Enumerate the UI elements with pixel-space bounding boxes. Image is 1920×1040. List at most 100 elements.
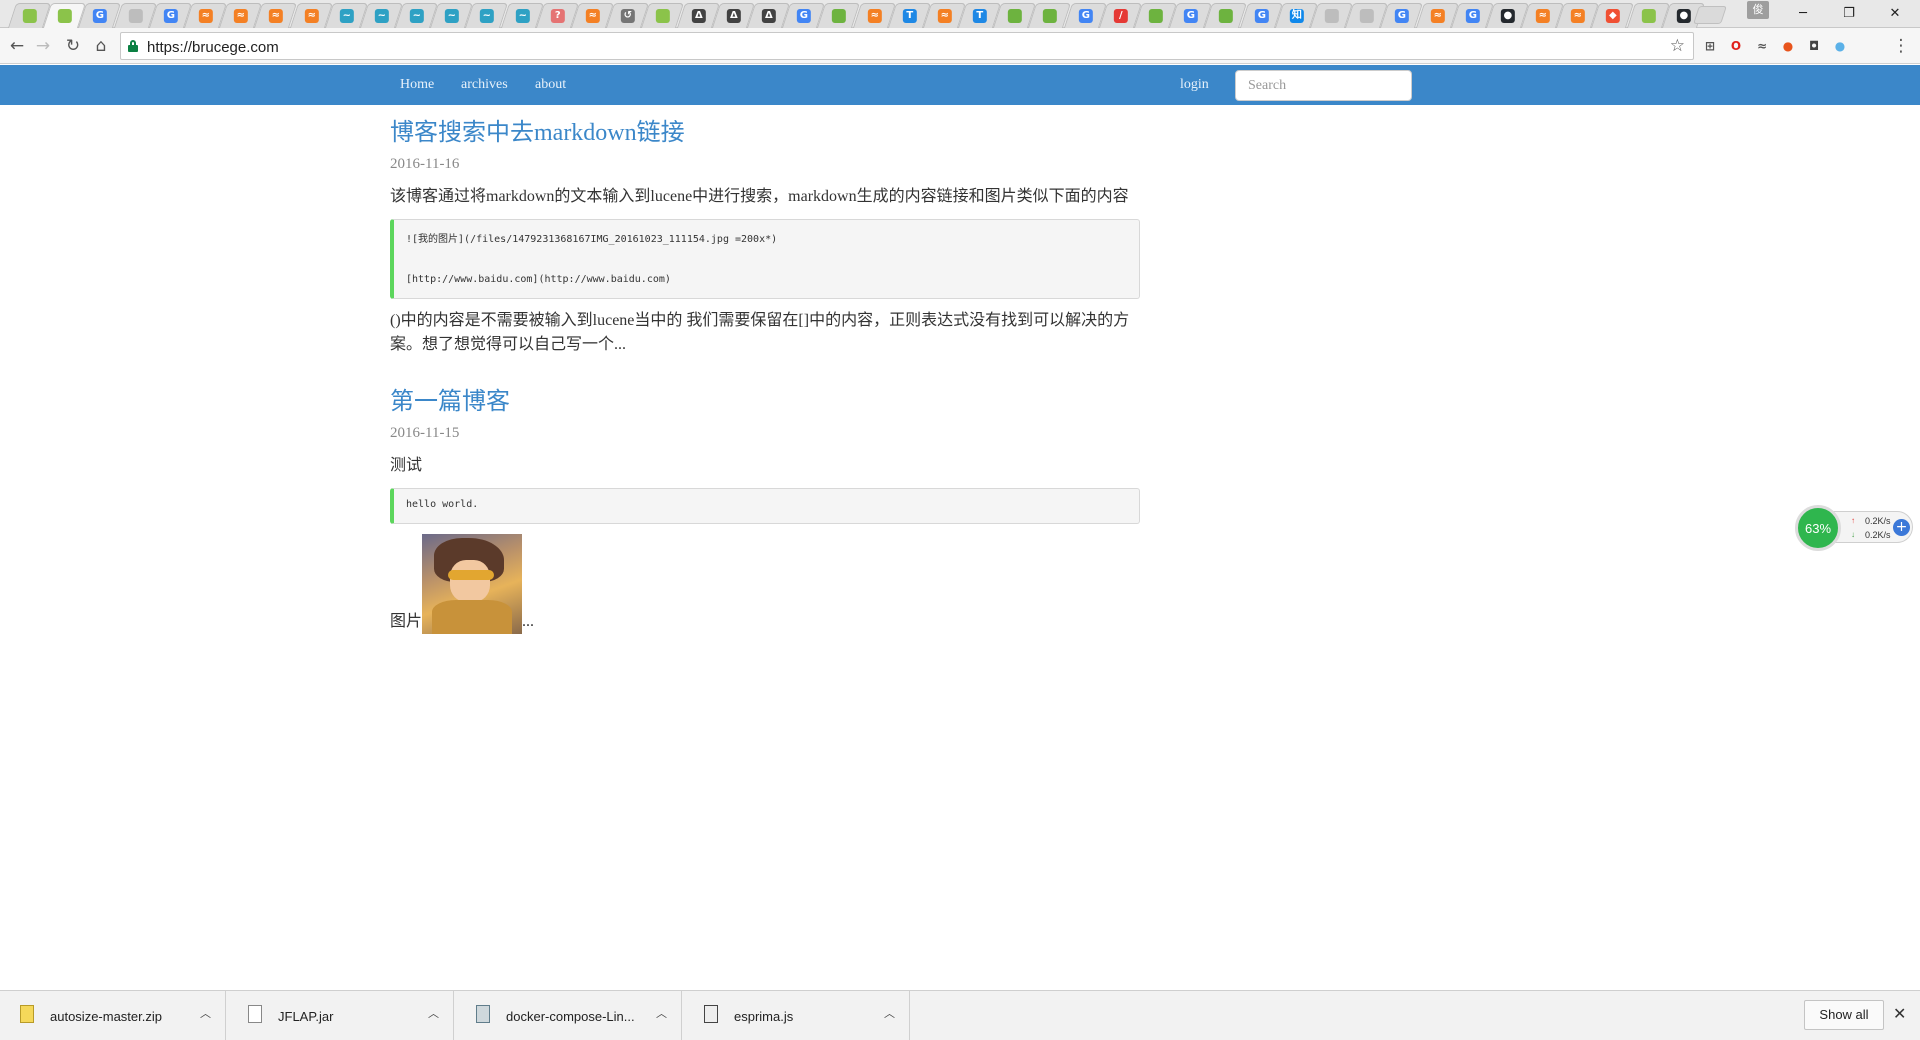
tab-favicon-icon: ≈	[198, 9, 213, 23]
post-date: 2016-11-16	[390, 156, 460, 172]
chevron-up-icon[interactable]: ︿	[200, 1005, 211, 1021]
tab-favicon-icon: Δ	[726, 9, 741, 23]
ellipsis-text: ...	[522, 613, 535, 630]
bookmark-star-icon[interactable]: ☆	[1670, 36, 1685, 56]
login-link[interactable]: login	[1180, 77, 1209, 93]
download-shelf: autosize-master.zip ︿ JFLAP.jar ︿ docker…	[0, 990, 1920, 1040]
tab-favicon-icon: ~	[374, 9, 389, 23]
nav-archives-link[interactable]: archives	[461, 77, 508, 93]
download-filename: docker-compose-Lin...	[506, 1009, 635, 1024]
lock-icon	[128, 40, 138, 52]
back-icon[interactable]: ←	[6, 35, 28, 57]
reload-icon[interactable]: ↻	[62, 35, 84, 57]
tab-favicon-icon: ≈	[1429, 9, 1444, 23]
download-item[interactable]: JFLAP.jar ︿	[228, 991, 454, 1040]
zip-icon	[20, 1005, 34, 1023]
minimize-icon[interactable]: ─	[1780, 0, 1826, 26]
code-block: hello world.	[390, 488, 1140, 524]
tab-favicon-icon: ≈	[585, 9, 600, 23]
network-speed-widget[interactable]: 63% ↑ 0.2K/s ↓ 0.2K/s +	[1795, 505, 1913, 551]
post-date: 2016-11-15	[390, 425, 460, 441]
tab-favicon-icon: ●	[1676, 9, 1691, 23]
tab-favicon-icon: ≈	[937, 9, 952, 23]
chevron-up-icon[interactable]: ︿	[884, 1005, 895, 1021]
tab-favicon-icon	[1007, 9, 1022, 23]
image-caption: 图片	[390, 613, 423, 630]
tab-favicon-icon: 知	[1289, 9, 1304, 23]
download-filename: esprima.js	[734, 1009, 794, 1024]
code-block: ![我的图片](/files/1479231368167IMG_20161023…	[390, 219, 1140, 299]
restore-icon[interactable]: ❐	[1826, 0, 1872, 26]
address-bar[interactable]: https://brucege.com ☆	[120, 32, 1694, 60]
code-line: ![我的图片](/files/1479231368167IMG_20161023…	[406, 234, 778, 245]
nav-about-link[interactable]: about	[535, 77, 566, 93]
memory-percent[interactable]: 63%	[1795, 505, 1841, 551]
close-icon[interactable]: ✕	[1872, 0, 1918, 26]
download-arrow-icon: ↓	[1851, 530, 1855, 539]
post-title-link[interactable]: 第一篇博客	[390, 387, 1140, 417]
tab-favicon-icon: G	[796, 9, 811, 23]
tab-favicon-icon: ≈	[1535, 9, 1550, 23]
tab-favicon-icon: ≈	[1570, 9, 1585, 23]
tab-strip: G G ≈ ≈ ≈ ≈ ~ ~ ~ ~ ~ ~? ≈ ↺ Δ Δ Δ G ≈ T ≈ T G / G G 知 G ≈ G ● ≈ ≈ ◆ ● 俊 ─…	[0, 0, 1920, 28]
post-image-line: 图片...	[390, 534, 1140, 634]
download-rate: 0.2K/s	[1865, 530, 1891, 540]
post-excerpt: 测试	[390, 457, 423, 474]
tab-favicon-icon	[1218, 9, 1233, 23]
search-input[interactable]	[1235, 70, 1412, 101]
tabs: G G ≈ ≈ ≈ ≈ ~ ~ ~ ~ ~ ~? ≈ ↺ Δ Δ Δ G ≈ T ≈ T G / G G 知 G ≈ G ● ≈ ≈ ◆ ●	[7, 3, 1706, 28]
plus-icon[interactable]: +	[1893, 519, 1910, 536]
url-text[interactable]: https://brucege.com	[147, 39, 279, 56]
nav-home-link[interactable]: Home	[400, 77, 434, 93]
menu-icon[interactable]: ⋮	[1890, 35, 1912, 57]
site-navbar: Home archives about login	[0, 65, 1920, 105]
tab-favicon-icon	[22, 9, 37, 23]
show-all-button[interactable]: Show all	[1804, 1000, 1884, 1030]
download-filename: autosize-master.zip	[50, 1009, 162, 1024]
tab-favicon-icon	[1148, 9, 1163, 23]
download-item[interactable]: docker-compose-Lin... ︿	[456, 991, 682, 1040]
tab-favicon-icon: Δ	[690, 9, 705, 23]
tab-favicon-icon: T	[972, 9, 987, 23]
tab-favicon-icon: G	[1078, 9, 1093, 23]
chevron-up-icon[interactable]: ︿	[428, 1005, 439, 1021]
tab-favicon-icon: G	[1253, 9, 1268, 23]
color-icon[interactable]: ●	[1831, 37, 1849, 55]
tab-favicon-icon: ◆	[1605, 9, 1620, 23]
download-item[interactable]: autosize-master.zip ︿	[0, 991, 226, 1040]
profile-button[interactable]: 俊	[1747, 1, 1769, 19]
pocket-icon[interactable]: ◘	[1805, 37, 1823, 55]
tab-favicon-icon: G	[163, 9, 178, 23]
new-tab-button[interactable]	[1693, 6, 1727, 24]
chart-icon[interactable]: ≈	[1753, 37, 1771, 55]
chevron-up-icon[interactable]: ︿	[656, 1005, 667, 1021]
tab-favicon-icon: ●	[1500, 9, 1515, 23]
close-shelf-icon[interactable]: ✕	[1893, 1004, 1906, 1023]
tab-favicon-icon: ~	[479, 9, 494, 23]
post-list: 博客搜索中去markdown链接 2016-11-16 该博客通过将markdo…	[390, 118, 1140, 634]
tab-favicon-icon: /	[1113, 9, 1128, 23]
post-excerpt: ()中的内容是不需要被输入到lucene当中的 我们需要保留在[]中的内容，正则…	[390, 312, 1130, 353]
home-icon[interactable]: ⌂	[90, 35, 112, 57]
qr-code-icon[interactable]: ⊞	[1701, 37, 1719, 55]
post-title-link[interactable]: 博客搜索中去markdown链接	[390, 118, 1140, 148]
download-item[interactable]: esprima.js ︿	[684, 991, 910, 1040]
tab-favicon-icon: G	[1183, 9, 1198, 23]
code-line: hello world.	[406, 499, 479, 510]
tab-favicon-icon: ↺	[620, 9, 635, 23]
upload-arrow-icon: ↑	[1851, 516, 1855, 525]
tab-favicon-icon: Δ	[761, 9, 776, 23]
tab-favicon-icon: ≈	[268, 9, 283, 23]
post: 博客搜索中去markdown链接 2016-11-16 该博客通过将markdo…	[390, 118, 1140, 357]
script-icon	[704, 1005, 718, 1023]
opera-icon[interactable]: O	[1727, 37, 1745, 55]
fruit-icon[interactable]: ●	[1779, 37, 1797, 55]
tab-favicon-icon: T	[902, 9, 917, 23]
tab-favicon-icon: ≈	[233, 9, 248, 23]
tab-favicon-icon	[1641, 9, 1656, 23]
upload-rate: 0.2K/s	[1865, 516, 1891, 526]
forward-icon[interactable]: →	[32, 35, 54, 57]
post-excerpt: 该博客通过将markdown的文本输入到lucene中进行搜索，markdown…	[390, 188, 1129, 205]
tab-favicon-icon	[655, 9, 670, 23]
browser-toolbar: ← → ↻ ⌂ https://brucege.com ☆ ⊞ O ≈ ● ◘ ● ⋮	[0, 28, 1920, 64]
